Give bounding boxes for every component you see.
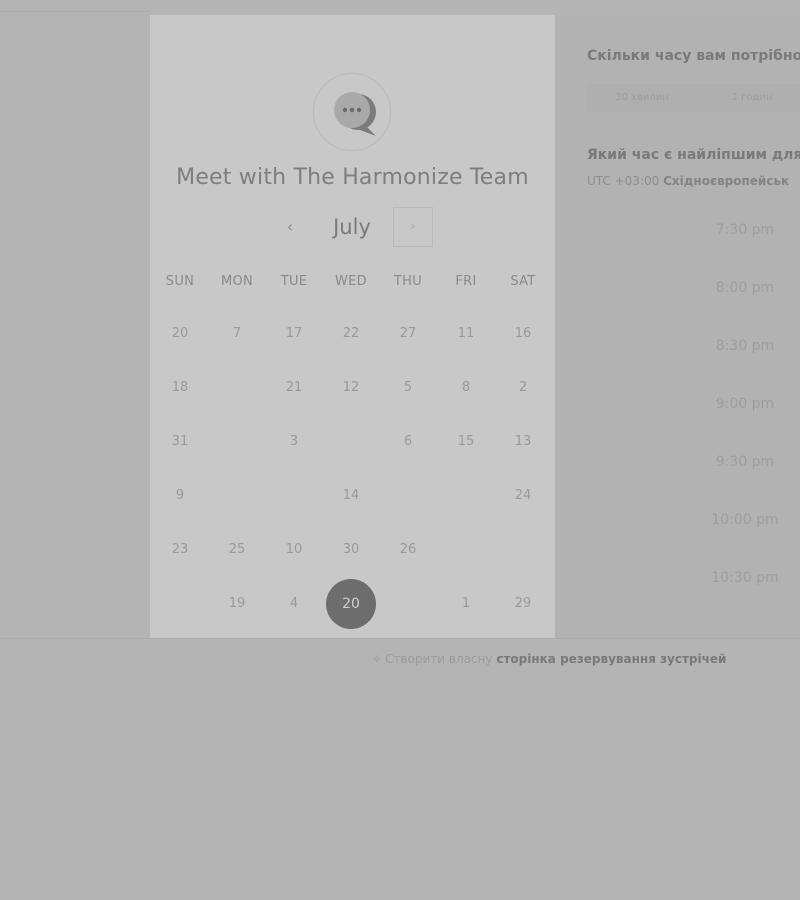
page-title: Meet with The Harmonize Team [176,165,529,190]
weekday-sat: SAT [510,274,536,289]
footer-link[interactable]: сторінка резервування зустрічей [496,652,726,666]
calendar-day[interactable]: 17 [274,322,314,346]
weekday-wed: WED [335,274,367,289]
calendar-day[interactable]: 3 [274,430,314,454]
chat-bubbles-icon [313,73,391,151]
weekday-mon: MON [220,274,254,289]
calendar-day[interactable]: 27 [388,322,428,346]
calendar-day[interactable]: 21 [274,376,314,400]
calendar-day[interactable]: 4 [274,592,314,616]
timezone-label[interactable]: UTC +03:00 Східноєвропейськ [587,174,789,188]
duration-question: Скільки часу вам потрібно [587,48,800,64]
weekday-sun: SUN [165,274,195,289]
time-slot[interactable]: 8:00 pm [690,280,800,296]
weekday-fri: FRI [455,274,477,289]
calendar-day[interactable]: 7 [217,322,257,346]
calendar-day[interactable]: 9 [160,484,200,508]
chevron-right-icon[interactable]: › [393,207,433,247]
time-slot[interactable]: 10:00 pm [690,512,800,528]
calendar-day[interactable]: 31 [160,430,200,454]
calendar-day[interactable]: 26 [388,538,428,562]
calendar-day[interactable]: 29 [503,592,543,616]
month-navigation: ‹ July › [150,207,555,249]
sparkle-icon: ✧ [372,652,383,666]
calendar-day[interactable]: 30 [331,538,371,562]
calendar-day[interactable]: 12 [331,376,371,400]
calendar-day[interactable]: 14 [331,484,371,508]
selected-day[interactable]: 20 [326,579,376,629]
calendar-day[interactable]: 6 [388,430,428,454]
weekday-thu: THU [393,274,423,289]
divider [0,638,800,639]
calendar-day[interactable]: 23 [160,538,200,562]
time-slot[interactable]: 9:00 pm [690,396,800,412]
calendar-day[interactable]: 5 [388,376,428,400]
chevron-left-icon[interactable]: ‹ [278,207,302,247]
time-slot[interactable]: 9:30 pm [690,454,800,470]
calendar-day[interactable]: 24 [503,484,543,508]
booking-page: Meet with The Harmonize Team ‹ July › SU… [0,0,800,900]
calendar-day[interactable]: 1 [446,592,486,616]
calendar-day[interactable]: 25 [217,538,257,562]
footer-prefix: Створити власну [385,652,493,666]
timezone-name: Східноєвропейськ [663,174,790,188]
calendar-day[interactable]: 16 [503,322,543,346]
calendar-day[interactable]: 19 [217,592,257,616]
calendar-day[interactable]: 8 [446,376,486,400]
calendar-day[interactable]: 2 [503,376,543,400]
time-slot[interactable]: 7:30 pm [690,222,800,238]
time-question: Який час є найліпшим для [587,147,800,163]
calendar-day[interactable]: 10 [274,538,314,562]
duration-option-30[interactable]: 30 хвилин [587,84,697,112]
footer-cta[interactable]: ✧ Створити власну сторінка резервування з… [372,652,726,666]
divider [0,11,150,12]
duration-selector: 30 хвилин 1 годин [587,84,800,112]
calendar-day[interactable]: 15 [446,430,486,454]
calendar-day[interactable]: 18 [160,376,200,400]
time-slot[interactable]: 8:30 pm [690,338,800,354]
calendar-card: Meet with The Harmonize Team ‹ July › SU… [150,15,555,638]
duration-option-60[interactable]: 1 годин [697,84,800,112]
calendar-day[interactable]: 13 [503,430,543,454]
month-label: July [333,215,371,239]
timezone-offset: UTC +03:00 [587,174,660,188]
time-slot[interactable]: 10:30 pm [690,570,800,586]
calendar-day[interactable]: 11 [446,322,486,346]
weekday-tue: TUE [280,274,308,289]
calendar-day[interactable]: 20 [160,322,200,346]
calendar-day[interactable]: 22 [331,322,371,346]
